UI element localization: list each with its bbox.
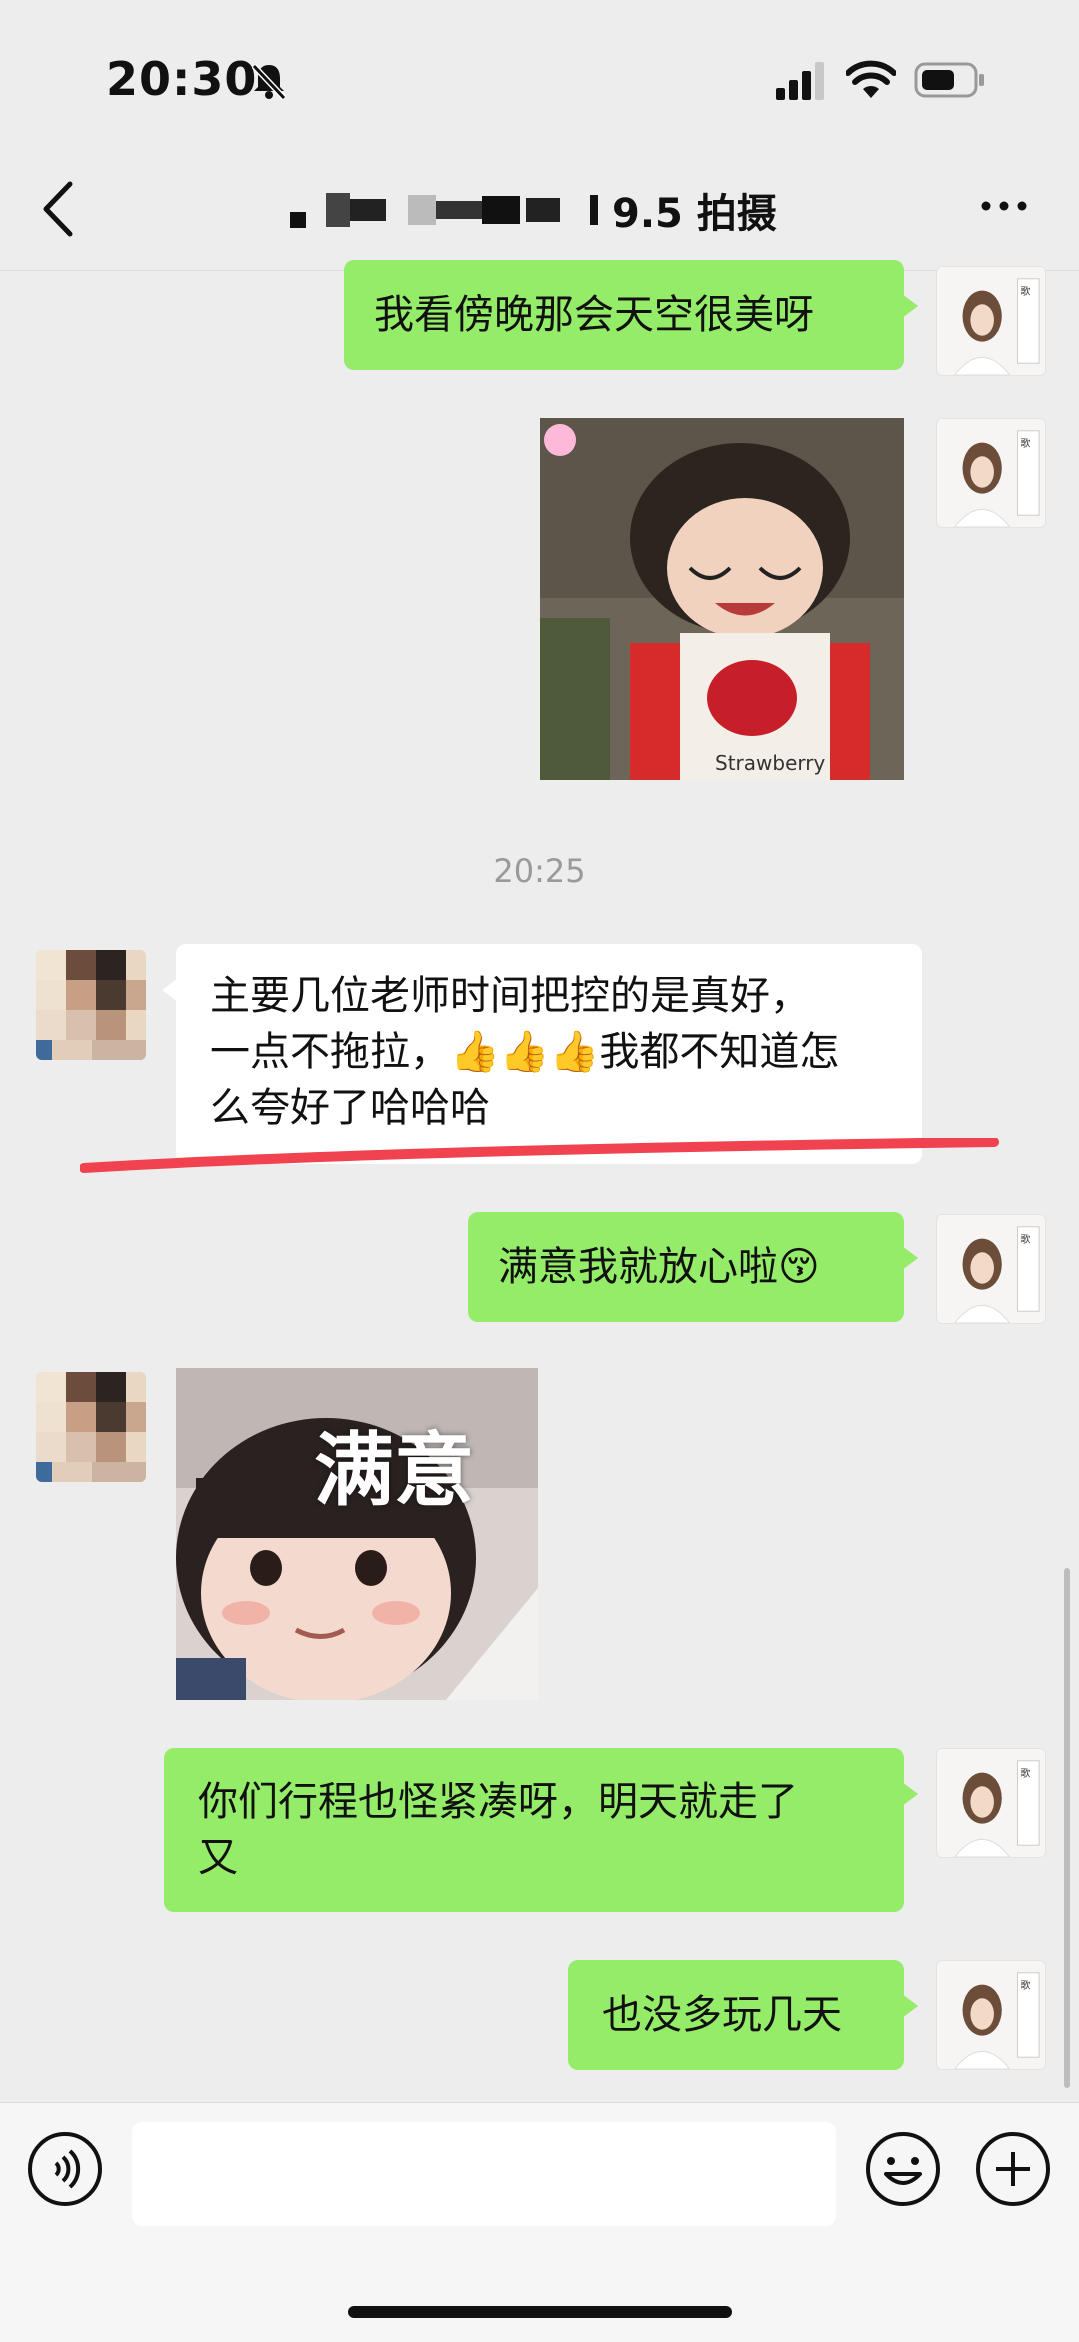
message-text-line: 又 [198, 1835, 238, 1881]
wifi-icon [846, 60, 896, 98]
message-text: 我都不知道怎 [599, 1029, 840, 1075]
scrollbar[interactable] [1064, 1568, 1070, 2088]
message-bubble-me[interactable]: 满意我就放心啦😚 [468, 1212, 918, 1322]
redacted-name-mosaic [290, 192, 598, 228]
svg-text:歌: 歌 [1020, 284, 1030, 297]
annotation-underline [80, 1138, 999, 1173]
svg-text:歌: 歌 [1020, 436, 1030, 449]
battery-icon [914, 62, 984, 98]
avatar-me[interactable]: 歌 [936, 418, 1046, 528]
sticker-caption: 满意 [314, 1424, 474, 1517]
kiss-emoji: 😚 [778, 1244, 820, 1290]
avatar-me[interactable]: 歌 [936, 1214, 1046, 1324]
sticker-strawberry-kid[interactable]: Strawberry [540, 418, 904, 780]
svg-text:歌: 歌 [1020, 1232, 1030, 1245]
svg-text:歌: 歌 [1020, 1978, 1030, 1991]
plus-icon[interactable] [974, 2130, 1052, 2208]
chat-title: 9.5 拍摄 [290, 180, 777, 240]
message-text-line: 么夸好了哈哈哈 [210, 1085, 490, 1131]
home-indicator[interactable] [348, 2306, 732, 2318]
message-text: 也没多玩几天 [602, 1992, 842, 2038]
signal-icon [776, 62, 824, 100]
voice-icon[interactable] [26, 2130, 104, 2208]
sticker-satisfied-baby[interactable]: 满意 [176, 1368, 538, 1700]
message-text: 我看傍晚那会天空很美呀 [374, 292, 814, 338]
back-icon[interactable] [40, 180, 74, 238]
message-text-line: 主要几位老师时间把控的是真好， [210, 973, 810, 1019]
more-icon[interactable] [980, 196, 1028, 216]
message-text-line: 你们行程也怪紧凑呀，明天就走了 [198, 1779, 798, 1825]
avatar-contact[interactable] [36, 1372, 146, 1482]
avatar-me[interactable]: 歌 [936, 1748, 1046, 1858]
chat-title-text: 9.5 拍摄 [612, 191, 777, 237]
avatar-me[interactable]: 歌 [936, 266, 1046, 376]
message-bubble-me[interactable]: 我看傍晚那会天空很美呀 [344, 260, 918, 370]
message-input[interactable] [132, 2122, 836, 2226]
status-bar: 20:30 [0, 0, 1079, 150]
message-text-line: 一点不拖拉，👍👍👍我都不知道怎 [210, 1024, 888, 1080]
thumbs-up-emoji: 👍👍👍 [450, 1029, 600, 1075]
bell-muted-icon [251, 63, 287, 101]
status-time: 20:30 [106, 52, 258, 106]
avatar-contact[interactable] [36, 950, 146, 1060]
avatar-me[interactable]: 歌 [936, 1960, 1046, 2070]
message-timestamp: 20:25 [493, 852, 586, 890]
message-bubble-contact[interactable]: 主要几位老师时间把控的是真好， 一点不拖拉，👍👍👍我都不知道怎 么夸好了哈哈哈 [162, 944, 922, 1164]
message-text: 满意我就放心啦 [498, 1244, 778, 1290]
message-bubble-me[interactable]: 你们行程也怪紧凑呀，明天就走了 又 [164, 1748, 918, 1912]
svg-text:Strawberry: Strawberry [715, 751, 825, 775]
svg-text:歌: 歌 [1020, 1766, 1030, 1779]
message-bubble-me[interactable]: 也没多玩几天 [568, 1960, 918, 2070]
emoji-icon[interactable] [864, 2130, 942, 2208]
message-text: 一点不拖拉， [210, 1029, 450, 1075]
